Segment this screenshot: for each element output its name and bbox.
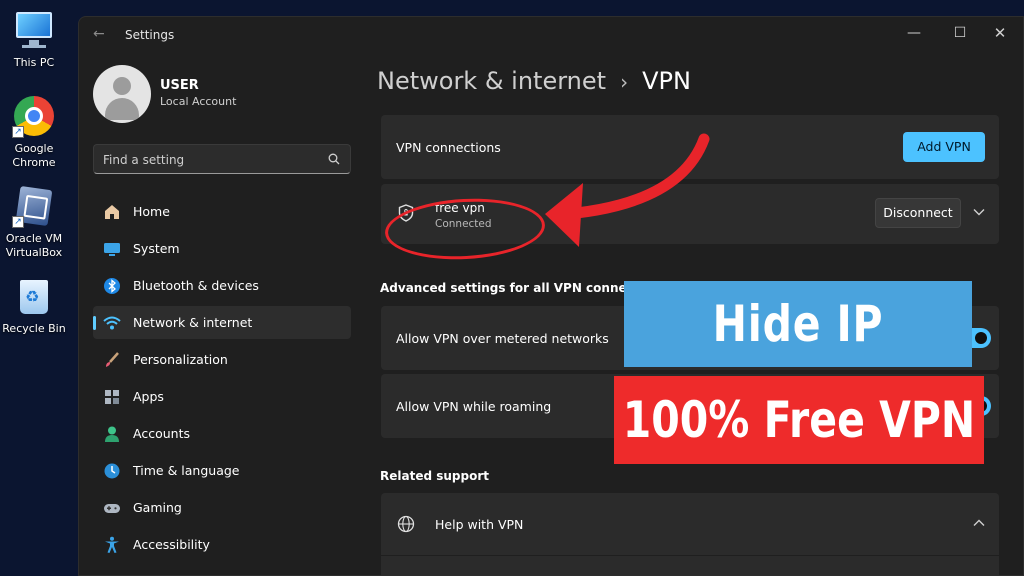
add-vpn-button[interactable]: Add VPN [903, 132, 985, 162]
sidebar-item-label: Accessibility [133, 537, 210, 552]
search-icon [328, 153, 340, 165]
desktop-icon-virtualbox[interactable]: ↗ Oracle VM VirtualBox [0, 184, 68, 260]
maximize-button[interactable]: ☐ [943, 20, 977, 46]
sidebar-item-label: Personalization [133, 352, 228, 367]
breadcrumb-parent[interactable]: Network & internet [377, 67, 606, 95]
desktop-icon-chrome[interactable]: ↗ Google Chrome [0, 94, 68, 170]
minimize-button[interactable]: — [897, 20, 931, 46]
home-icon [105, 204, 119, 219]
sidebar-item-label: Gaming [133, 500, 182, 515]
breadcrumb-separator: › [620, 70, 629, 94]
chrome-icon: ↗ [12, 94, 56, 138]
accessibility-icon [105, 536, 119, 553]
desktop-icon-label: Google [14, 142, 54, 155]
free-vpn-banner: 100% Free VPN [614, 376, 984, 464]
system-icon [104, 242, 120, 256]
sidebar-item-system[interactable]: System [93, 232, 351, 265]
settings-window: ← Settings — ☐ ✕ USER Local Account Home [78, 16, 1024, 576]
globe-icon [397, 515, 415, 533]
sidebar-item-label: Network & internet [133, 315, 253, 330]
sidebar-item-home[interactable]: Home [93, 195, 351, 228]
sidebar-item-partial[interactable] [93, 565, 351, 575]
hide-ip-banner: Hide IP [624, 281, 972, 367]
apps-icon [105, 389, 119, 404]
help-content-row [381, 556, 999, 575]
page-title: VPN [642, 67, 691, 95]
virtualbox-icon: ↗ [12, 184, 56, 228]
desktop-icon-label: Recycle Bin [2, 322, 66, 335]
sidebar-item-label: System [133, 241, 180, 256]
sidebar-item-label: Accounts [133, 426, 190, 441]
sidebar-item-accounts[interactable]: Accounts [93, 417, 351, 450]
desktop-icon-label: Oracle VM [5, 232, 63, 245]
chevron-up-icon[interactable] [973, 519, 985, 527]
vpn-connections-label: VPN connections [396, 140, 501, 155]
sidebar-item-personalization[interactable]: Personalization [93, 343, 351, 376]
breadcrumb: Network & internet › VPN [377, 67, 691, 95]
sidebar-item-time-language[interactable]: Time & language [93, 454, 351, 487]
desktop-icon-label: This PC [13, 56, 55, 69]
sidebar-item-accessibility[interactable]: Accessibility [93, 528, 351, 561]
desktop-icon-recycle-bin[interactable]: Recycle Bin [0, 274, 68, 336]
sidebar-item-network[interactable]: Network & internet [93, 306, 351, 339]
profile-account-type: Local Account [160, 95, 237, 108]
hide-ip-text: Hide IP [712, 295, 884, 353]
accounts-icon [105, 426, 119, 442]
help-with-vpn-label: Help with VPN [435, 517, 524, 532]
sidebar-item-label: Apps [133, 389, 164, 404]
roaming-label: Allow VPN while roaming [396, 399, 552, 414]
sidebar-nav: Home System Bluetooth & devices Network … [93, 195, 351, 575]
recycle-bin-icon [12, 274, 56, 318]
globe-clock-icon [104, 463, 120, 478]
free-vpn-text: 100% Free VPN [622, 391, 976, 449]
metered-networks-label: Allow VPN over metered networks [396, 331, 609, 346]
app-title: Settings [125, 28, 175, 42]
chevron-down-icon[interactable] [973, 208, 985, 216]
help-with-vpn-row[interactable]: Help with VPN [381, 493, 999, 555]
gamepad-icon [104, 503, 120, 513]
back-arrow-icon[interactable]: ← [93, 26, 105, 42]
brush-icon [106, 351, 119, 367]
sidebar-item-label: Bluetooth & devices [133, 278, 259, 293]
sidebar-item-gaming[interactable]: Gaming [93, 491, 351, 524]
avatar[interactable] [93, 65, 151, 123]
sidebar-item-bluetooth[interactable]: Bluetooth & devices [93, 269, 351, 302]
wifi-icon [103, 316, 121, 329]
sidebar-item-label: Home [133, 204, 170, 219]
disconnect-button[interactable]: Disconnect [875, 198, 961, 228]
close-button[interactable]: ✕ [983, 20, 1017, 46]
sidebar-item-label: Time & language [133, 463, 240, 478]
title-bar[interactable]: ← Settings — ☐ ✕ [79, 17, 1023, 55]
desktop: This PC ↗ Google Chrome ↗ Oracle VM Virt… [0, 0, 78, 576]
search-box[interactable] [93, 144, 351, 174]
monitor-icon [12, 8, 56, 52]
related-support-heading: Related support [380, 469, 489, 483]
sidebar-item-apps[interactable]: Apps [93, 380, 351, 413]
vpn-connections-card: VPN connections Add VPN [381, 115, 999, 179]
desktop-icon-label: VirtualBox [5, 246, 63, 259]
search-input[interactable] [103, 151, 323, 169]
profile-name: USER [160, 78, 199, 93]
desktop-icon-this-pc[interactable]: This PC [0, 8, 68, 70]
desktop-icon-label: Chrome [12, 156, 56, 169]
bluetooth-icon [104, 277, 120, 294]
